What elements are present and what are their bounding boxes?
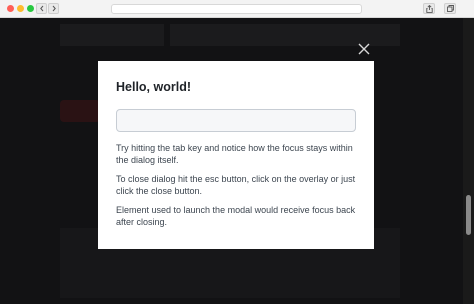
background-block xyxy=(60,24,164,46)
tabs-button[interactable] xyxy=(444,3,456,14)
modal-dialog: Hello, world! Try hitting the tab key an… xyxy=(98,61,374,249)
modal-text-input[interactable] xyxy=(116,109,356,132)
close-icon xyxy=(358,43,370,55)
chevron-right-icon xyxy=(52,5,56,12)
share-button[interactable] xyxy=(423,3,435,14)
modal-paragraph-close: To close dialog hit the esc button, clic… xyxy=(116,174,356,196)
modal-paragraph-return: Element used to launch the modal would r… xyxy=(116,205,356,227)
modal-paragraph-focus: Try hitting the tab key and notice how t… xyxy=(116,143,353,165)
background-button xyxy=(60,100,100,122)
window-close-button[interactable] xyxy=(7,5,14,12)
address-bar[interactable] xyxy=(111,4,362,14)
browser-toolbar xyxy=(0,0,474,18)
scrollbar-thumb[interactable] xyxy=(466,195,471,235)
modal-title: Hello, world! xyxy=(116,80,191,94)
tabs-icon xyxy=(446,5,454,12)
forward-button[interactable] xyxy=(48,3,59,14)
chevron-left-icon xyxy=(39,5,43,12)
close-button[interactable] xyxy=(356,41,372,57)
back-button[interactable] xyxy=(36,3,47,14)
share-icon xyxy=(425,4,433,13)
window-minimize-button[interactable] xyxy=(17,5,24,12)
scrollbar-track[interactable] xyxy=(463,18,474,304)
window-zoom-button[interactable] xyxy=(27,5,34,12)
